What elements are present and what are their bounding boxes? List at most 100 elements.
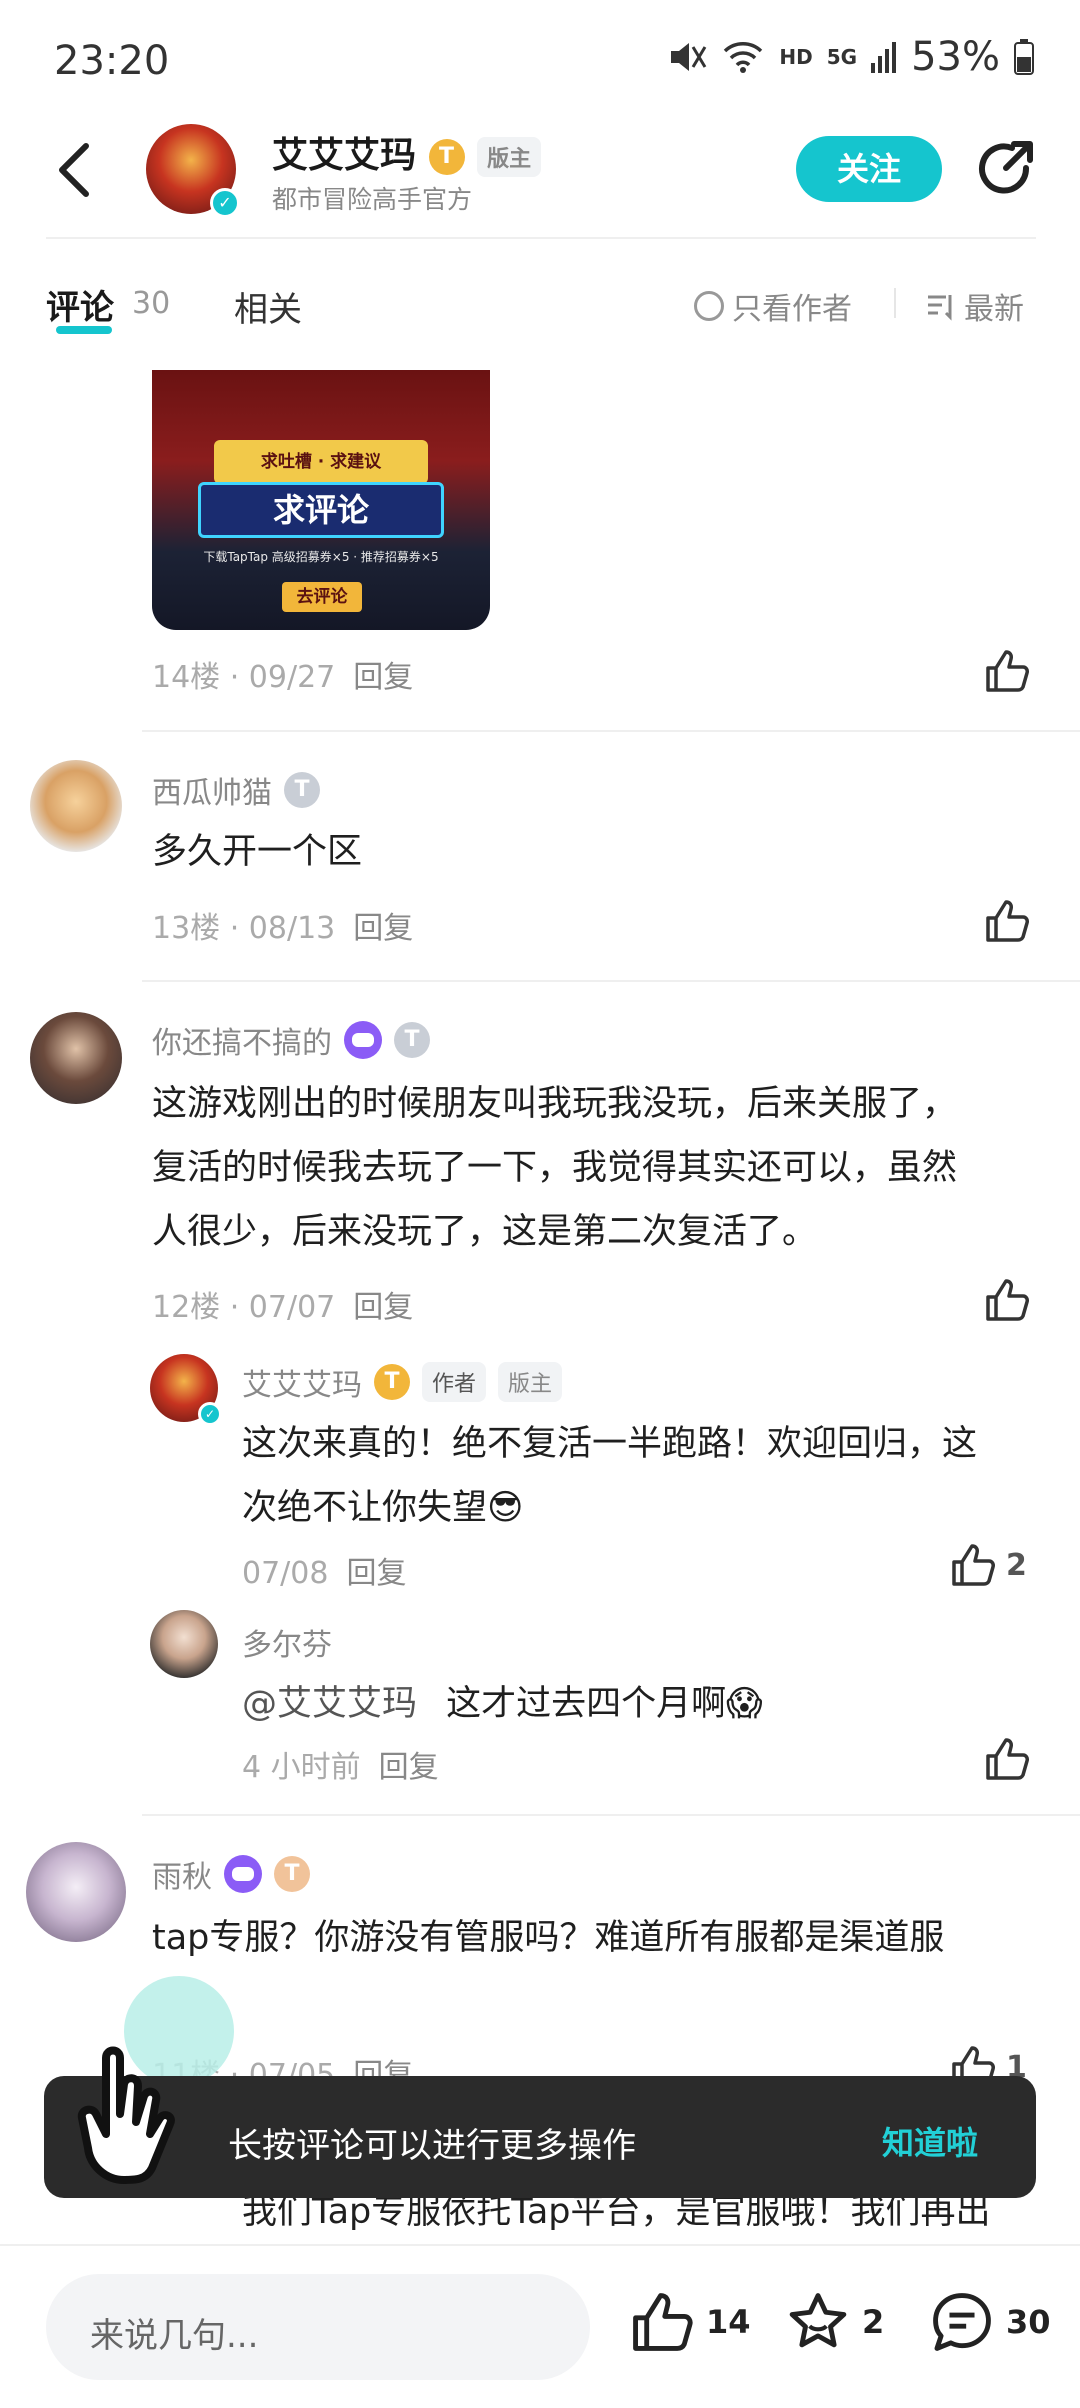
radio-circle-icon — [694, 291, 724, 321]
tab-related[interactable]: 相关 — [234, 282, 302, 331]
reply-button[interactable]: 回复 — [353, 1290, 413, 1325]
comment-count: 30 — [1006, 2303, 1051, 2341]
reply-text[interactable]: 这次来真的！绝不复活一半跑路！欢迎回归，这 次绝不让你失望😎 — [242, 1412, 1042, 1540]
like-icon[interactable] — [984, 898, 1030, 944]
reply-like[interactable]: 2 — [950, 1542, 1027, 1588]
like-icon[interactable] — [984, 648, 1030, 694]
row-divider — [142, 1814, 1080, 1816]
share-icon[interactable] — [976, 138, 1036, 198]
mention[interactable]: @艾艾艾玛 — [242, 1684, 417, 1724]
reply-text[interactable]: @艾艾艾玛 这才过去四个月啊😱 — [242, 1672, 763, 1736]
like-post-button[interactable]: 14 — [630, 2290, 751, 2354]
comment-image[interactable]: 求吐槽 · 求建议 求评论 下载TapTap 高级招募券×5 · 推荐招募券×5… — [152, 370, 490, 630]
reply-meta: 07/08 回复 — [242, 1548, 406, 1592]
battery-percent: 53% — [911, 34, 1000, 80]
sort-label: 最新 — [964, 292, 1024, 327]
t-level-badge: T — [428, 139, 465, 175]
reply-date: 4 小时前 — [242, 1750, 361, 1785]
sort-icon — [928, 295, 952, 321]
active-tab-indicator — [56, 326, 112, 334]
signal-icon — [871, 42, 897, 73]
like-icon — [952, 1544, 995, 1586]
sort-button[interactable]: 最新 — [926, 284, 1024, 328]
t-level-badge: T — [374, 1364, 410, 1400]
floor-date: 12楼 · 07/07 — [152, 1290, 336, 1325]
username-row: 西瓜帅猫 T — [152, 768, 320, 812]
reply-username-row: 多尔芬 — [242, 1620, 332, 1664]
wifi-icon — [724, 42, 763, 73]
comment-line: 人很少，后来没玩了，这是第二次复活了。 — [152, 1212, 818, 1252]
author-tag: 作者 — [422, 1362, 487, 1402]
comments-button[interactable]: 30 — [930, 2290, 1051, 2354]
comment-meta-14: 14楼 · 09/27 回复 — [152, 652, 413, 696]
author-name-row: 艾艾艾玛 T 版主 — [272, 126, 542, 178]
reply-button[interactable]: 回复 — [353, 660, 413, 695]
comment-input-placeholder: 来说几句... — [90, 2316, 259, 2356]
username[interactable]: 西瓜帅猫 — [152, 768, 272, 812]
reply-avatar[interactable]: ✓ — [150, 1354, 222, 1426]
reply-avatar[interactable] — [150, 1610, 218, 1678]
reply-button[interactable]: 回复 — [346, 1556, 406, 1591]
t-level-badge: T — [284, 772, 320, 808]
reply-button[interactable]: 回复 — [379, 1750, 439, 1785]
favorite-count: 2 — [862, 2303, 885, 2341]
status-time: 23:20 — [54, 38, 170, 84]
image-banner-main: 求评论 — [198, 482, 444, 538]
hand-pointer-icon — [77, 2046, 175, 2184]
t-level-badge: T — [394, 1022, 430, 1058]
mute-icon — [671, 43, 707, 71]
thumbs-up-icon — [633, 2293, 693, 2351]
t-level-badge: T — [274, 1856, 310, 1892]
battery-icon — [1014, 39, 1034, 75]
user-avatar[interactable] — [30, 1012, 122, 1104]
comment-line: 复活的时候我去玩了一下，我觉得其实还可以，虽然 — [152, 1148, 958, 1188]
gamepad-badge-icon — [344, 1021, 382, 1059]
row-divider — [142, 730, 1080, 732]
follow-button[interactable]: 关注 — [796, 136, 942, 202]
author-name[interactable]: 艾艾艾玛 — [272, 135, 416, 176]
moderator-tag: 版主 — [498, 1362, 563, 1402]
user-avatar[interactable] — [26, 1842, 126, 1942]
image-banner-top: 求吐槽 · 求建议 — [214, 440, 428, 484]
reply-button[interactable]: 回复 — [353, 911, 413, 946]
username[interactable]: 你还搞不搞的 — [152, 1018, 332, 1062]
comment-text[interactable]: tap专服？你游没有管服吗？难道所有服都是渠道服 — [152, 1906, 944, 1970]
like-icon[interactable] — [984, 1277, 1030, 1323]
image-cta: 去评论 — [282, 582, 362, 612]
favorite-button[interactable]: 2 — [786, 2290, 884, 2354]
reply-username-row: 艾艾艾玛 T 作者 版主 — [242, 1360, 563, 1404]
only-author-filter[interactable]: 只看作者 — [694, 284, 852, 328]
gamepad-badge-icon — [224, 1855, 262, 1893]
reply-body: 这才过去四个月啊😱 — [446, 1684, 763, 1724]
reply-line: 次绝不让你失望😎 — [242, 1488, 524, 1528]
like-count: 2 — [1006, 1547, 1027, 1583]
only-author-label: 只看作者 — [732, 292, 852, 327]
verified-icon: ✓ — [210, 188, 240, 218]
tab-comments[interactable]: 评论 — [46, 280, 114, 329]
got-it-button[interactable]: 知道啦 — [882, 2118, 978, 2164]
bottom-divider — [0, 2244, 1080, 2246]
user-avatar[interactable] — [30, 760, 122, 852]
row-divider — [142, 980, 1080, 982]
username[interactable]: 多尔芬 — [242, 1620, 332, 1664]
like-icon[interactable] — [984, 1736, 1030, 1782]
username-row: 雨秋 T — [152, 1852, 310, 1896]
author-avatar[interactable]: ✓ — [146, 124, 240, 218]
like-count: 14 — [706, 2303, 751, 2341]
comment-line: 这游戏刚出的时候朋友叫我玩我没玩，后来关服了， — [152, 1084, 958, 1124]
comment-bubble-icon — [933, 2293, 991, 2351]
header-divider — [46, 237, 1036, 239]
filter-separator — [894, 288, 896, 318]
author-subtitle: 都市冒险高手官方 — [272, 185, 473, 214]
username[interactable]: 雨秋 — [152, 1852, 212, 1896]
verified-icon: ✓ — [198, 1402, 222, 1426]
username[interactable]: 艾艾艾玛 — [242, 1360, 362, 1404]
comment-text[interactable]: 多久开一个区 — [152, 820, 362, 884]
status-icons: HD 5G 53% — [667, 34, 1034, 80]
comment-text[interactable]: 这游戏刚出的时候朋友叫我玩我没玩，后来关服了， 复活的时候我去玩了一下，我觉得其… — [152, 1072, 1032, 1264]
moderator-tag: 版主 — [477, 137, 542, 177]
tab-comments-count: 30 — [132, 286, 171, 321]
back-icon[interactable] — [52, 140, 96, 200]
image-detail-line: 下载TapTap 高级招募券×5 · 推荐招募券×5 — [203, 550, 439, 564]
reply-line: 这次来真的！绝不复活一半跑路！欢迎回归，这 — [242, 1424, 978, 1464]
